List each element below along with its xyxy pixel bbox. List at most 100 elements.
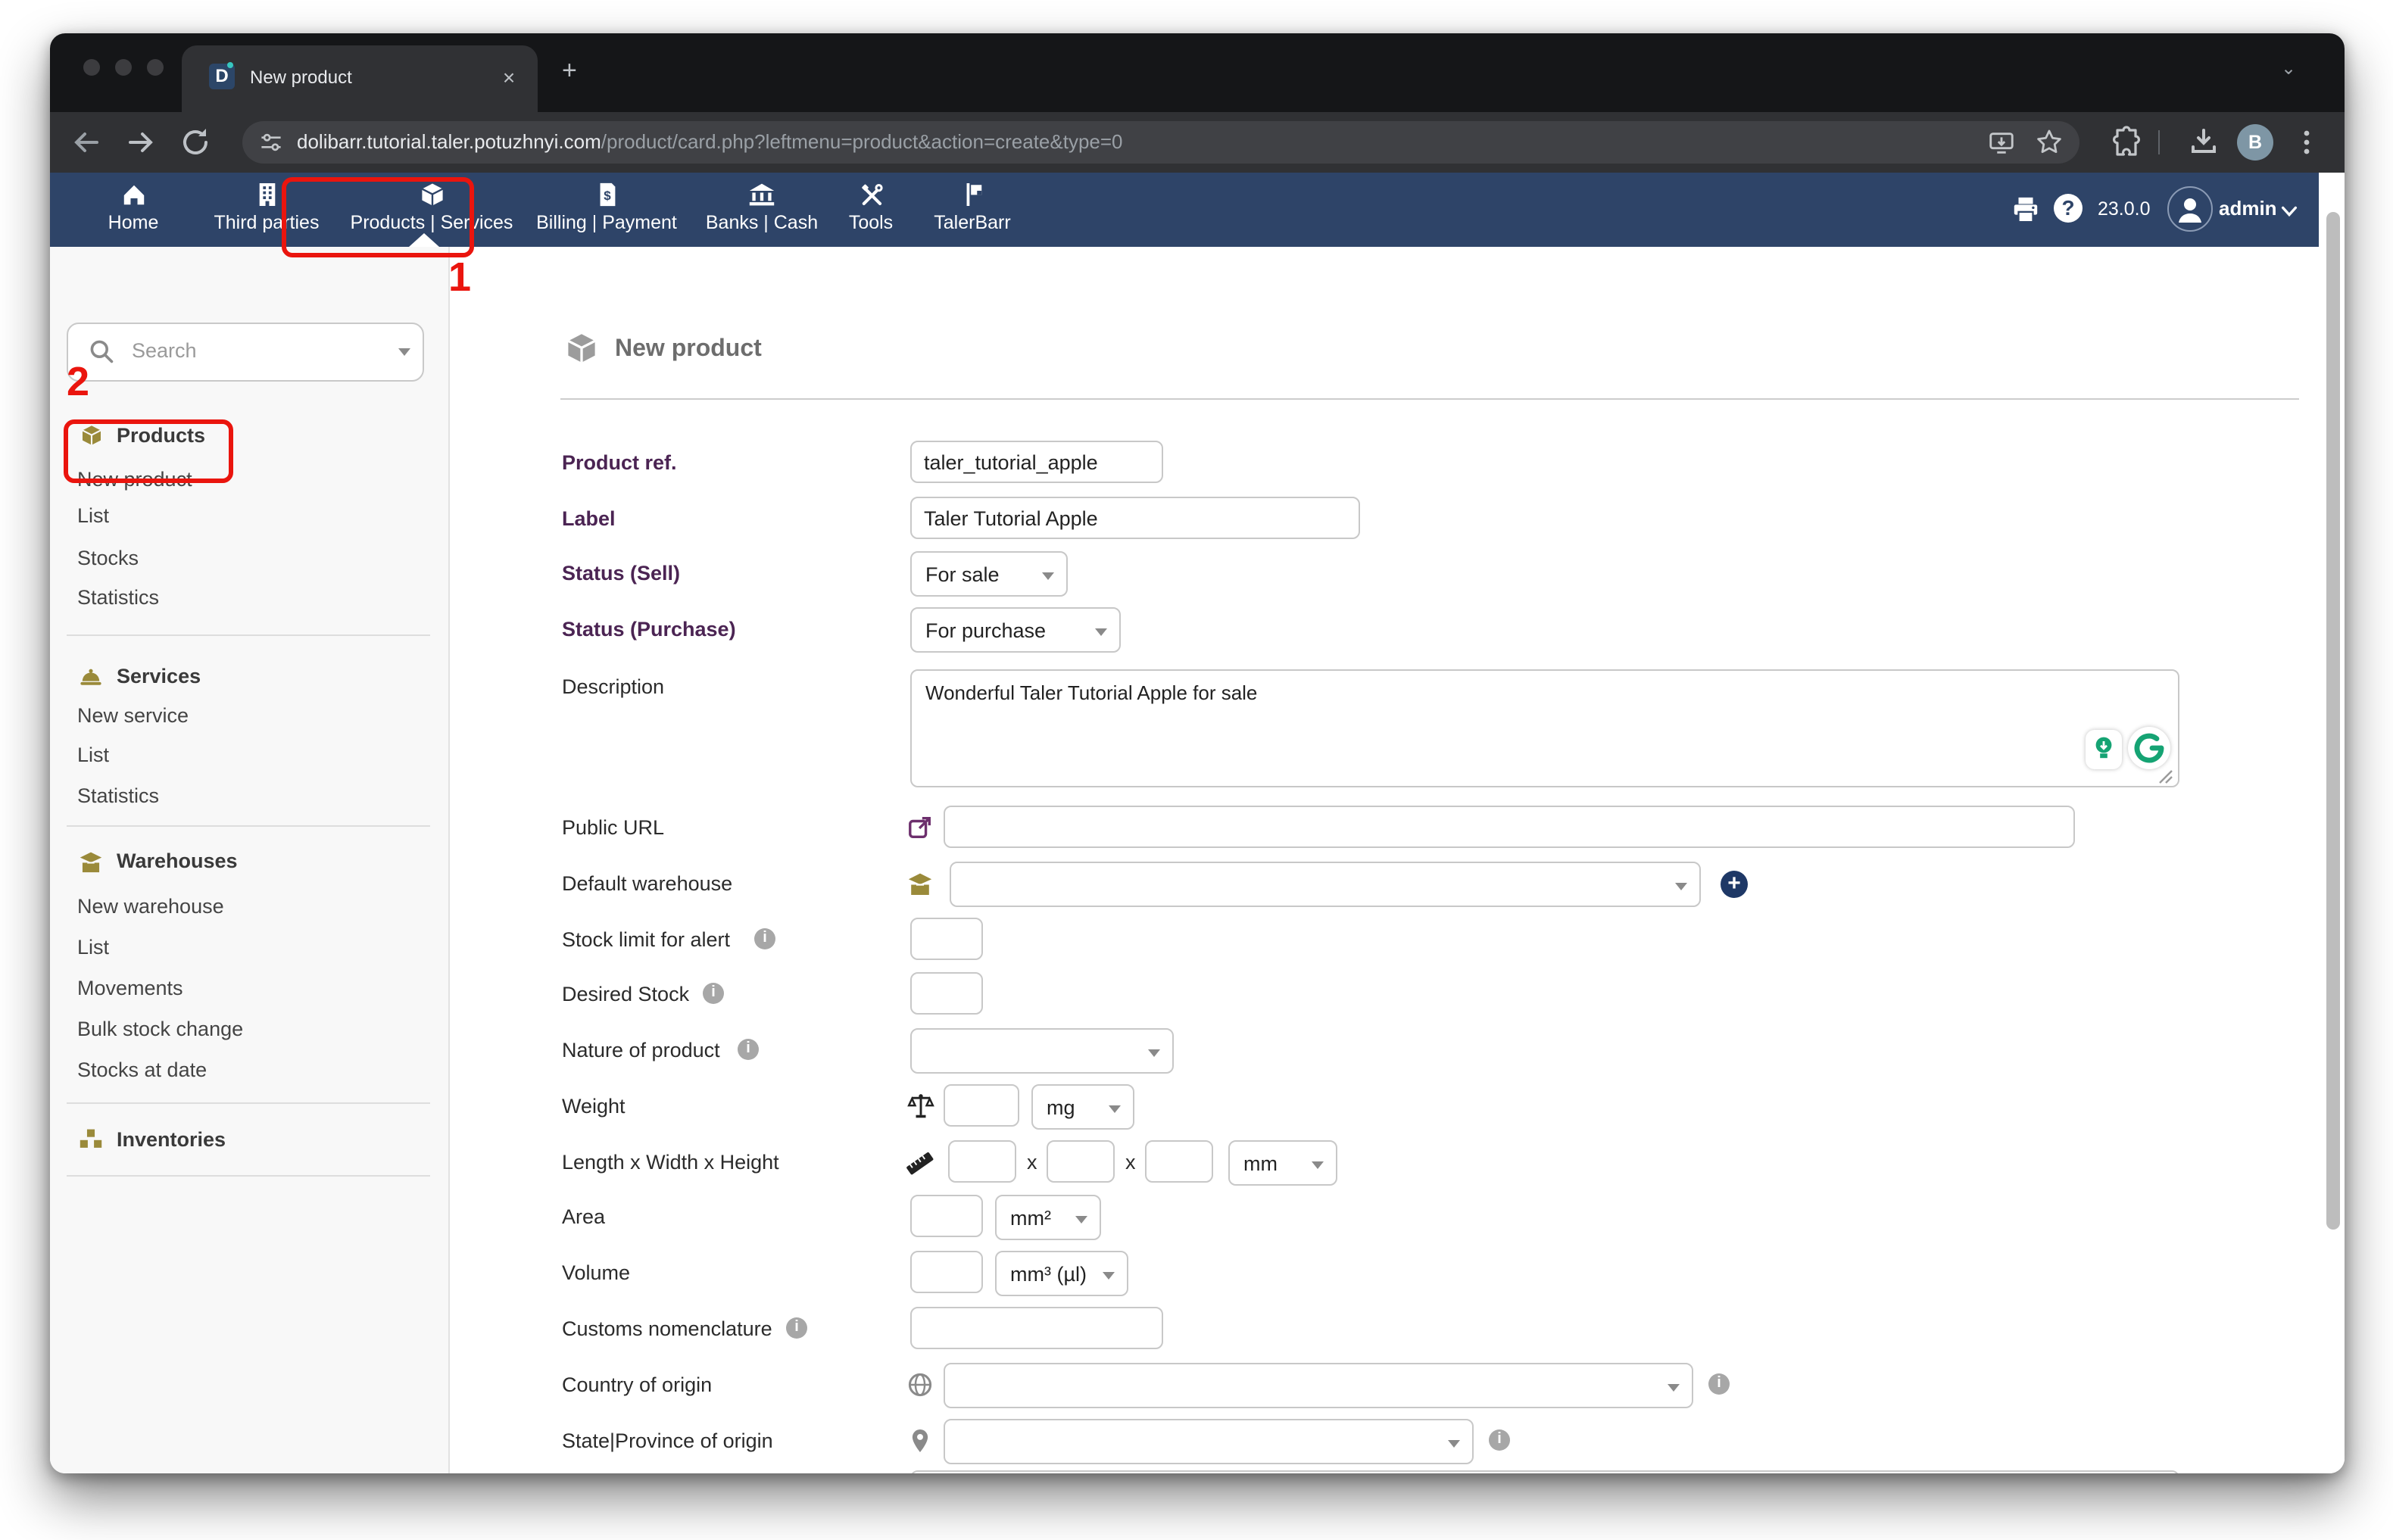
row-customs: Customs nomenclature i xyxy=(450,1307,2345,1352)
screenshot-stage: D New product × + ⌄ xyxy=(0,0,2393,1540)
search-dropdown-caret[interactable] xyxy=(398,348,410,356)
country-label: Country of origin xyxy=(562,1373,712,1396)
traffic-light-minimize[interactable] xyxy=(115,59,132,76)
row-description: Description Wonderful Taler Tutorial App… xyxy=(450,669,2345,790)
user-avatar[interactable] xyxy=(2167,186,2213,232)
warehouses-section-icon xyxy=(79,851,103,874)
description-textarea[interactable]: Wonderful Taler Tutorial Apple for sale xyxy=(910,669,2179,787)
tab-search-chevron-icon[interactable]: ⌄ xyxy=(2281,58,2296,79)
tab-strip: D New product × + ⌄ xyxy=(50,33,2345,112)
nav-tools[interactable]: Tools xyxy=(831,173,910,247)
sidebar-item-warehouses-list[interactable]: List xyxy=(77,936,109,959)
browser-tab[interactable]: D New product × xyxy=(182,45,538,112)
textarea-resize-handle[interactable] xyxy=(2158,769,2173,784)
nav-banks-cash[interactable]: Banks | Cash xyxy=(692,173,831,247)
status-sell-select[interactable]: For sale xyxy=(910,551,1068,597)
country-info-icon[interactable]: i xyxy=(1708,1373,1730,1395)
country-select[interactable] xyxy=(944,1363,1693,1408)
sidebar-item-products-list[interactable]: List xyxy=(77,504,109,527)
sidebar-item-products-statistics[interactable]: Statistics xyxy=(77,586,159,609)
volume-input[interactable] xyxy=(910,1251,983,1293)
state-select[interactable] xyxy=(944,1419,1474,1464)
sidebar-item-bulk-stock-change[interactable]: Bulk stock change xyxy=(77,1018,243,1040)
area-input[interactable] xyxy=(910,1195,983,1237)
weight-input[interactable] xyxy=(944,1084,1019,1127)
nav-home[interactable]: Home xyxy=(76,173,191,247)
state-label: State|Province of origin xyxy=(562,1429,773,1452)
note-textarea[interactable] xyxy=(910,1470,2179,1473)
stock-limit-label: Stock limit for alert xyxy=(562,928,730,951)
downloads-icon[interactable] xyxy=(2186,124,2222,161)
invoice-icon: $ xyxy=(596,182,617,207)
nav-talerbarr-label: TalerBarr xyxy=(910,212,1034,233)
stock-limit-info-icon[interactable]: i xyxy=(754,928,775,949)
select-caret-icon xyxy=(1075,1216,1087,1224)
sidebar-item-movements[interactable]: Movements xyxy=(77,977,183,999)
width-input[interactable] xyxy=(1047,1140,1115,1183)
sidebar-item-new-service[interactable]: New service xyxy=(77,704,189,727)
sidebar-item-services-list[interactable]: List xyxy=(77,744,109,766)
reload-button[interactable] xyxy=(177,124,214,161)
row-public-url: Public URL xyxy=(450,806,2345,851)
customs-info-icon[interactable]: i xyxy=(786,1317,807,1339)
scale-icon xyxy=(907,1092,934,1121)
nav-home-label: Home xyxy=(76,212,191,233)
volume-unit-select[interactable]: mm³ (µl) xyxy=(995,1251,1128,1296)
grammarly-g-icon[interactable] xyxy=(2128,727,2170,769)
map-pin-icon xyxy=(909,1428,931,1454)
tab-close-icon[interactable]: × xyxy=(497,65,521,89)
dimensions-unit-select[interactable]: mm xyxy=(1228,1140,1337,1186)
default-warehouse-label: Default warehouse xyxy=(562,872,732,895)
height-input[interactable] xyxy=(1145,1140,1213,1183)
sidebar-item-stocks-at-date[interactable]: Stocks at date xyxy=(77,1058,207,1081)
row-stock-limit: Stock limit for alert i xyxy=(450,918,2345,963)
label-input[interactable] xyxy=(910,497,1360,539)
back-button[interactable] xyxy=(68,124,105,161)
nav-talerbarr[interactable]: TalerBarr xyxy=(910,173,1034,247)
sidebar-item-stocks[interactable]: Stocks xyxy=(77,547,139,569)
customs-input[interactable] xyxy=(910,1307,1163,1349)
stock-limit-input[interactable] xyxy=(910,918,983,960)
extensions-puzzle-icon[interactable] xyxy=(2110,124,2146,161)
sidebar-item-services-statistics[interactable]: Statistics xyxy=(77,784,159,807)
scrollbar-thumb[interactable] xyxy=(2326,212,2340,1230)
desired-stock-input[interactable] xyxy=(910,972,983,1015)
browser-profile-avatar[interactable]: B xyxy=(2237,124,2273,161)
bookmark-star-icon[interactable] xyxy=(2034,127,2064,157)
site-settings-icon[interactable] xyxy=(257,129,285,156)
state-info-icon[interactable]: i xyxy=(1489,1429,1510,1451)
browser-menu-kebab-icon[interactable] xyxy=(2288,124,2325,161)
external-link-icon[interactable] xyxy=(907,815,933,840)
address-bar[interactable]: dolibarr.tutorial.taler.potuzhnyi.com/pr… xyxy=(242,121,2079,164)
weight-unit-select[interactable]: mg xyxy=(1031,1084,1134,1130)
public-url-input[interactable] xyxy=(944,806,2075,848)
install-app-icon[interactable] xyxy=(1987,129,2016,157)
nature-info-icon[interactable]: i xyxy=(738,1039,759,1060)
row-desired-stock: Desired Stock i xyxy=(450,972,2345,1018)
length-input[interactable] xyxy=(948,1140,1016,1183)
product-ref-input[interactable] xyxy=(910,441,1163,483)
person-icon xyxy=(2169,188,2211,230)
sidebar-search[interactable]: Search xyxy=(67,323,424,382)
help-icon[interactable]: ? xyxy=(2054,194,2083,223)
new-tab-button[interactable]: + xyxy=(562,58,577,85)
nature-select[interactable] xyxy=(910,1028,1174,1074)
public-url-label: Public URL xyxy=(562,816,664,839)
print-icon[interactable] xyxy=(2011,195,2040,224)
desired-stock-info-icon[interactable]: i xyxy=(703,983,724,1004)
url-host: dolibarr.tutorial.taler.potuzhnyi.com xyxy=(297,130,601,153)
traffic-light-close[interactable] xyxy=(83,59,100,76)
forward-button[interactable] xyxy=(123,124,159,161)
traffic-light-zoom[interactable] xyxy=(147,59,164,76)
grammarly-suggestion-icon[interactable] xyxy=(2086,730,2122,769)
user-menu-chevron-icon[interactable] xyxy=(2279,201,2299,221)
user-name[interactable]: admin xyxy=(2219,197,2277,220)
area-unit-select[interactable]: mm² xyxy=(995,1195,1101,1240)
status-sell-value: For sale xyxy=(925,563,1000,586)
default-warehouse-select[interactable] xyxy=(950,862,1701,907)
status-purchase-select[interactable]: For purchase xyxy=(910,607,1121,653)
nav-billing-payment[interactable]: $ Billing | Payment xyxy=(521,173,692,247)
select-caret-icon xyxy=(1312,1161,1324,1169)
add-warehouse-button[interactable]: + xyxy=(1721,871,1748,898)
sidebar-item-new-warehouse[interactable]: New warehouse xyxy=(77,895,224,918)
